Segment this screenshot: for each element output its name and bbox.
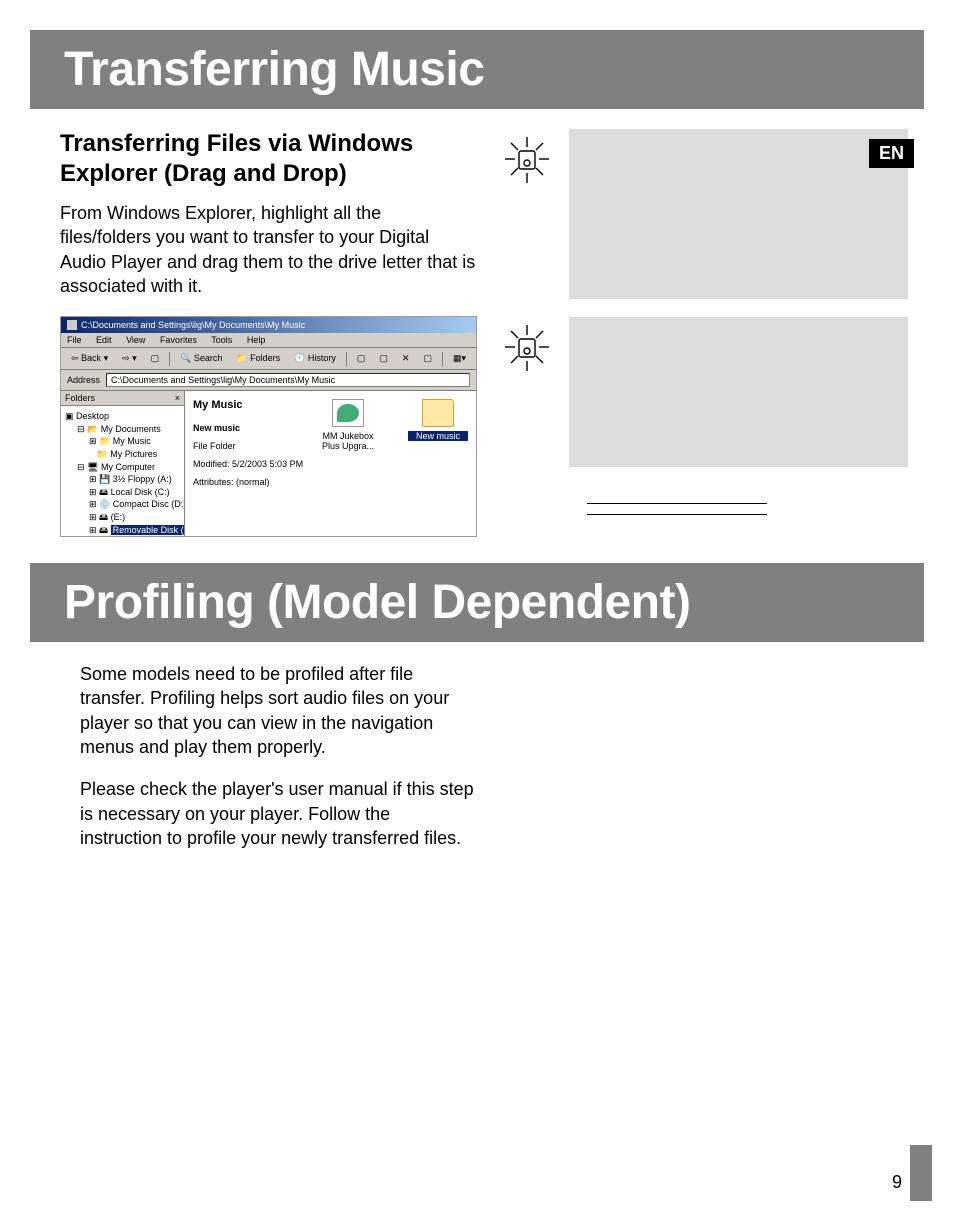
tree-floppy: ⊞ 💾 3½ Floppy (A:) xyxy=(65,473,180,486)
media-file-icon xyxy=(332,399,364,427)
language-tab: EN xyxy=(869,139,914,168)
tool-btn[interactable]: ▢ xyxy=(419,351,436,366)
tip-icon xyxy=(497,317,557,382)
explorer-titlebar: C:\Documents and Settings\lig\My Documen… xyxy=(61,317,476,333)
menu-favorites[interactable]: Favorites xyxy=(160,335,197,345)
window-title: C:\Documents and Settings\lig\My Documen… xyxy=(81,320,305,330)
tree-mymusic: ⊞ 📁 My Music xyxy=(65,435,180,448)
close-icon[interactable]: × xyxy=(175,393,180,403)
views-button[interactable]: ▦▾ xyxy=(449,351,470,366)
tree-desktop: ▣ Desktop xyxy=(65,410,180,423)
tip-text-placeholder xyxy=(569,129,908,299)
history-button[interactable]: 🕘 History xyxy=(290,351,340,366)
page-number: 9 xyxy=(892,1172,902,1193)
explorer-screenshot: C:\Documents and Settings\lig\My Documen… xyxy=(60,316,477,537)
folders-button[interactable]: 📁 Folders xyxy=(232,351,284,366)
tool-btn[interactable]: ▢ xyxy=(353,351,370,366)
explorer-toolbar: ⇦ Back ▾ ⇨ ▾ ▢ 🔍 Search 📁 Folders 🕘 Hist… xyxy=(61,348,476,370)
tree-local: ⊞ 🖴 Local Disk (C:) xyxy=(65,486,180,499)
folder-description: My Music New music File Folder Modified:… xyxy=(193,399,308,528)
back-button[interactable]: ⇦ Back ▾ xyxy=(67,351,112,366)
explorer-addressbar: Address xyxy=(61,370,476,391)
section-body: From Windows Explorer, highlight all the… xyxy=(60,201,477,298)
menu-tools[interactable]: Tools xyxy=(211,335,232,345)
tip-text-placeholder xyxy=(569,317,908,467)
tool-btn[interactable]: ▢ xyxy=(375,351,392,366)
banner-title: Transferring Music xyxy=(64,42,904,97)
banner-title: Profiling (Model Dependent) xyxy=(64,575,904,630)
folder-tree[interactable]: Folders× ▣ Desktop ⊟ 📂 My Documents ⊞ 📁 … xyxy=(61,391,185,536)
section-banner-profiling: Profiling (Model Dependent) xyxy=(30,563,924,642)
menu-edit[interactable]: Edit xyxy=(96,335,112,345)
file-item-selected[interactable]: New music xyxy=(408,399,468,528)
section-subhead: Transferring Files via Windows Explorer … xyxy=(60,129,477,189)
file-item[interactable]: MM Jukebox Plus Upgra... xyxy=(318,399,378,528)
profiling-p2: Please check the player's user manual if… xyxy=(80,777,477,850)
thumb-tab xyxy=(910,1145,932,1201)
tip-block xyxy=(497,129,908,299)
tip-icon xyxy=(497,129,557,194)
folder-content[interactable]: My Music New music File Folder Modified:… xyxy=(185,391,476,536)
menu-help[interactable]: Help xyxy=(247,335,266,345)
tree-compact: ⊞ 💿 Compact Disc (D:) xyxy=(65,498,180,511)
tree-removable: ⊞ 🖴 Removable Disk (F:) xyxy=(65,524,180,537)
menu-view[interactable]: View xyxy=(126,335,145,345)
search-button[interactable]: 🔍 Search xyxy=(176,351,226,366)
tree-mypics: 📁 My Pictures xyxy=(65,448,180,461)
forward-button[interactable]: ⇨ ▾ xyxy=(118,351,141,366)
address-label: Address xyxy=(67,375,100,385)
blank-lines xyxy=(497,503,896,515)
up-button[interactable]: ▢ xyxy=(147,351,164,366)
address-input[interactable] xyxy=(106,373,470,387)
menu-file[interactable]: File xyxy=(67,335,82,345)
tip-block xyxy=(497,317,908,467)
section-banner-transferring: Transferring Music xyxy=(30,30,924,109)
explorer-menubar: File Edit View Favorites Tools Help xyxy=(61,333,476,348)
tree-mydocs: ⊟ 📂 My Documents xyxy=(65,423,180,436)
profiling-p1: Some models need to be profiled after fi… xyxy=(80,662,477,759)
tool-btn[interactable]: ✕ xyxy=(398,351,414,366)
window-icon xyxy=(67,320,77,330)
folder-icon xyxy=(422,399,454,427)
tree-mycomp: ⊟ 🖥 My Computer xyxy=(65,461,180,474)
tree-edrive: ⊞ 🖴 (E:) xyxy=(65,511,180,524)
